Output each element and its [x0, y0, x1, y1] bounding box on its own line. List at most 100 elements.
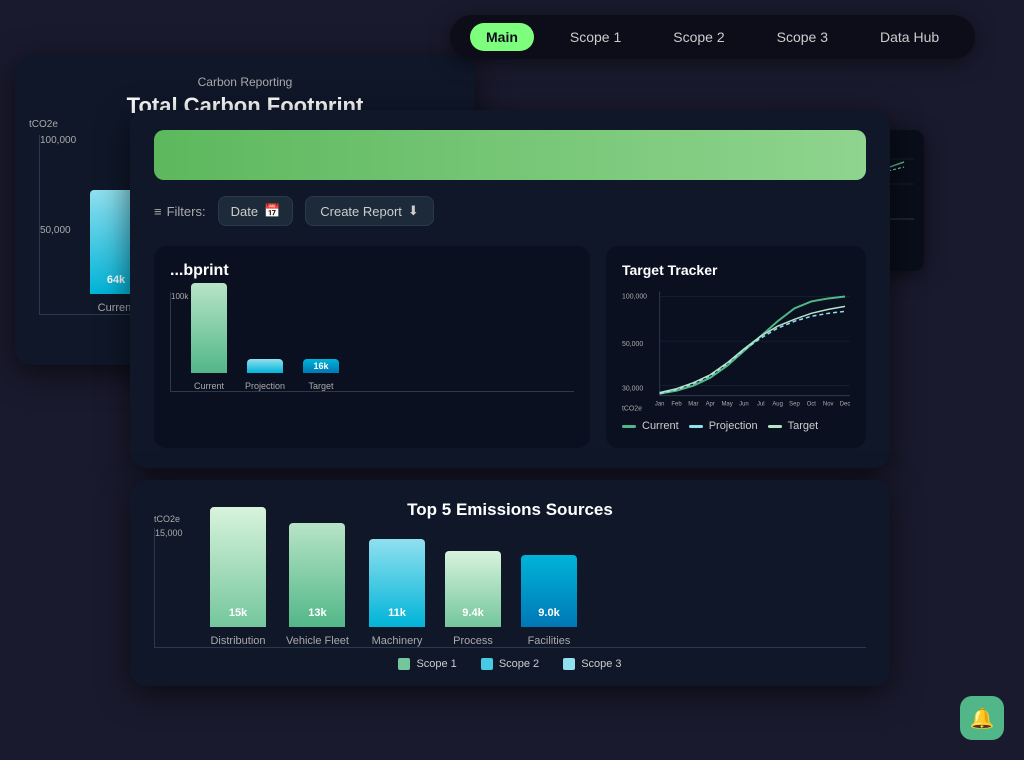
y-label-mid: 50,000	[40, 225, 76, 236]
charts-row: ...bprint 100k Current	[154, 246, 866, 448]
download-icon: ⬇	[408, 203, 419, 219]
bar-machinery-fill: 11k	[369, 539, 425, 627]
filter-icon: ≡	[154, 204, 162, 219]
legend-scope1-dot	[398, 658, 410, 670]
bar-distribution: 15k Distribution	[210, 507, 266, 647]
tt-y-label-mid: 50,000	[622, 341, 643, 348]
small-bar-current: Current	[191, 283, 227, 391]
footprint-small-chart: 100k Current Projection	[170, 292, 574, 412]
small-bar-projection-label: Projection	[245, 381, 285, 391]
legend-current-dot	[622, 425, 636, 428]
legend-scope2: Scope 2	[481, 658, 539, 670]
x-jul: Jul	[757, 402, 765, 408]
bar-distribution-fill: 15k	[210, 507, 266, 627]
bar-current-value: 64k	[107, 274, 125, 286]
x-nov: Nov	[823, 402, 834, 408]
legend-scope3-label: Scope 3	[581, 658, 621, 670]
notification-button[interactable]: 🔔	[960, 696, 1004, 740]
small-bar-current-fill	[191, 283, 227, 373]
main-card: ≡ Filters: Date 📅 Create Report ⬇ ...bpr…	[130, 110, 890, 468]
small-bar-target-val: 16k	[314, 361, 329, 371]
line-chart-svg: 100,000 50,000 30,000 tCO2e	[622, 286, 850, 416]
bar-process-label: Process	[453, 635, 493, 647]
bar-machinery: 11k Machinery	[369, 539, 425, 647]
bell-icon: 🔔	[970, 706, 995, 731]
date-filter-button[interactable]: Date 📅	[218, 196, 294, 226]
legend-target: Target	[768, 420, 819, 432]
x-jan: Jan	[655, 402, 665, 408]
target-line	[660, 306, 845, 392]
bar-vehicle-label: Vehicle Fleet	[286, 635, 349, 647]
bar-process: 9.4k Process	[445, 551, 501, 647]
tab-scope3[interactable]: Scope 3	[761, 23, 844, 51]
calendar-icon: 📅	[264, 203, 280, 219]
bar-current-label: Current	[98, 302, 135, 314]
x-mar: Mar	[688, 402, 698, 408]
bar-vehicle-val: 13k	[308, 607, 326, 619]
legend-target-label: Target	[788, 420, 819, 432]
create-report-button[interactable]: Create Report ⬇	[305, 196, 434, 226]
bar-distribution-val: 15k	[229, 607, 247, 619]
small-bar-current-label: Current	[194, 381, 224, 391]
legend-scope1-label: Scope 1	[416, 658, 456, 670]
tab-scope2[interactable]: Scope 2	[657, 23, 740, 51]
legend-current: Current	[622, 420, 679, 432]
date-filter-label: Date	[231, 204, 258, 219]
bar-facilities-label: Facilities	[528, 635, 571, 647]
current-line	[660, 296, 845, 393]
legend-current-label: Current	[642, 420, 679, 432]
tab-datahub[interactable]: Data Hub	[864, 23, 955, 51]
footprint-partial-title: ...bprint	[170, 262, 574, 280]
bar-facilities-fill: 9.0k	[521, 555, 577, 627]
filters-text: Filters:	[167, 204, 206, 219]
legend-scope3-dot	[563, 658, 575, 670]
bar-machinery-label: Machinery	[372, 635, 423, 647]
e-y-label-top: 15,000	[155, 528, 183, 538]
x-oct: Oct	[807, 402, 817, 408]
tab-scope1[interactable]: Scope 1	[554, 23, 637, 51]
legend-scope1: Scope 1	[398, 658, 456, 670]
small-bar-target: 16k Target	[303, 359, 339, 391]
carbon-subtitle: Carbon Reporting	[39, 75, 451, 89]
legend-projection-label: Projection	[709, 420, 758, 432]
y-axis-labels: 100,000 50,000	[40, 135, 76, 314]
bar-process-val: 9.4k	[462, 607, 483, 619]
x-may: May	[721, 402, 732, 408]
create-report-label: Create Report	[320, 204, 402, 219]
legend-scope2-dot	[481, 658, 493, 670]
small-y-labels: 100k	[171, 292, 188, 391]
y-label-top: 100,000	[40, 135, 76, 146]
x-aug: Aug	[772, 402, 783, 408]
target-tracker-card: Target Tracker 100,000 50,000 30,000 tCO…	[606, 246, 866, 448]
filters-label: ≡ Filters:	[154, 204, 206, 219]
bar-facilities-val: 9.0k	[538, 607, 559, 619]
footprint-partial-chart: ...bprint 100k Current	[154, 246, 590, 448]
small-y-top: 100k	[171, 292, 188, 301]
small-bar-target-label: Target	[309, 381, 334, 391]
legend-projection: Projection	[689, 420, 758, 432]
legend-scope2-label: Scope 2	[499, 658, 539, 670]
small-bar-projection: Projection	[245, 359, 285, 391]
bar-facilities: 9.0k Facilities	[521, 555, 577, 647]
bar-vehicle: 13k Vehicle Fleet	[286, 523, 349, 647]
line-chart: 100,000 50,000 30,000 tCO2e	[622, 286, 850, 416]
tracker-legend: Current Projection Target	[622, 420, 850, 432]
tt-y-label-bot: 30,000	[622, 386, 643, 393]
emissions-card: Top 5 Emissions Sources tCO2e 15,000 15k…	[130, 480, 890, 686]
bar-distribution-label: Distribution	[210, 635, 265, 647]
legend-scope3: Scope 3	[563, 658, 621, 670]
tt-y-title: tCO2e	[622, 405, 642, 412]
tab-main[interactable]: Main	[470, 23, 534, 51]
scene: Main Scope 1 Scope 2 Scope 3 Data Hub Ca…	[0, 0, 1024, 760]
x-sep: Sep	[789, 402, 800, 408]
y-axis-title: tCO2e	[29, 119, 58, 130]
projection-line	[660, 311, 845, 393]
x-feb: Feb	[671, 402, 682, 408]
legend-projection-dot	[689, 425, 703, 428]
small-bar-target-fill: 16k	[303, 359, 339, 373]
x-jun: Jun	[739, 402, 749, 408]
small-bar-projection-fill	[247, 359, 283, 373]
filters-row: ≡ Filters: Date 📅 Create Report ⬇	[154, 196, 866, 226]
bar-machinery-val: 11k	[388, 607, 406, 619]
x-apr: Apr	[706, 402, 715, 408]
